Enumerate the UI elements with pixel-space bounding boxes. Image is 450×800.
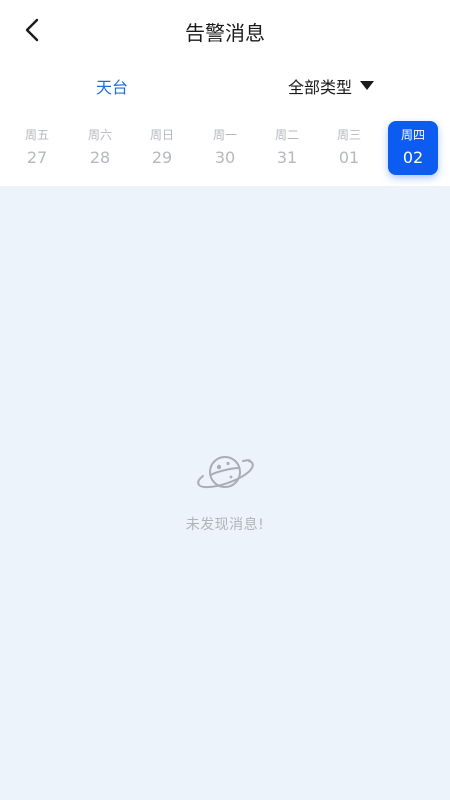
date-item-selected[interactable]: 周四 02 (388, 121, 438, 175)
empty-message: 未发现消息! (185, 517, 265, 533)
date-item[interactable]: 周二 31 (262, 121, 312, 175)
type-filter-dropdown[interactable]: 全部类型 (288, 74, 375, 98)
date-weekday: 周二 (274, 128, 299, 142)
triangle-down-icon (360, 81, 375, 90)
type-filter-label: 全部类型 (288, 78, 353, 97)
date-weekday: 周五 (24, 128, 49, 142)
date-item[interactable]: 周三 01 (324, 121, 374, 175)
date-weekday: 周三 (336, 128, 361, 142)
date-selector: 周五 27 周六 28 周日 29 周一 30 周二 31 周三 01 周四 0… (0, 112, 450, 186)
date-item[interactable]: 周六 28 (75, 121, 125, 175)
date-weekday: 周六 (87, 128, 112, 142)
empty-state: 未发现消息! (0, 450, 450, 534)
date-item[interactable]: 周一 30 (200, 121, 250, 175)
date-day: 29 (151, 148, 173, 167)
planet-icon (197, 456, 254, 489)
filter-row: 天台 全部类型 (0, 60, 450, 112)
date-day: 31 (276, 148, 298, 167)
date-weekday: 周日 (149, 128, 174, 142)
date-day: 30 (214, 148, 236, 167)
date-day: 02 (402, 148, 424, 167)
date-item[interactable]: 周日 29 (137, 121, 187, 175)
date-weekday: 周四 (400, 128, 425, 142)
date-day: 01 (338, 148, 360, 167)
date-item[interactable]: 周五 27 (12, 121, 62, 175)
date-weekday: 周一 (212, 128, 237, 142)
top-bar: 告警消息 (0, 0, 450, 60)
page-title: 告警消息 (185, 21, 265, 45)
date-day: 28 (89, 148, 111, 167)
location-filter[interactable]: 天台 (82, 74, 142, 98)
message-list-area[interactable]: 未发现消息! (0, 186, 450, 800)
date-day: 27 (26, 148, 48, 167)
